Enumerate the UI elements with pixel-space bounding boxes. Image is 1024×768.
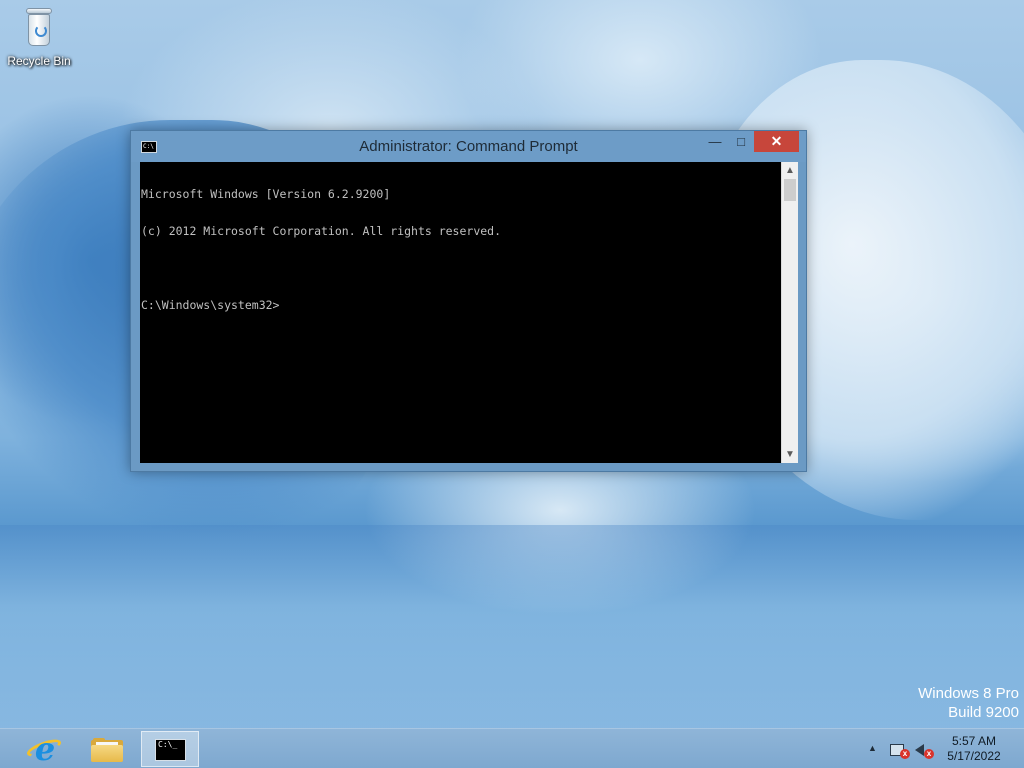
desktop-icon-label: Recycle Bin bbox=[7, 54, 71, 68]
console-line: Microsoft Windows [Version 6.2.9200] bbox=[141, 186, 391, 201]
taskbar-internet-explorer[interactable]: e bbox=[16, 731, 74, 767]
clock-time: 5:57 AM bbox=[951, 734, 997, 748]
file-explorer-icon bbox=[91, 738, 123, 762]
network-error-icon[interactable]: x bbox=[890, 740, 910, 759]
clock-date: 5/17/2022 bbox=[947, 749, 1001, 763]
maximize-button[interactable]: □ bbox=[728, 131, 754, 152]
taskbar: e C:\_ ▲ x x 5:57 AM 5/17/2022 bbox=[0, 728, 1024, 768]
desktop-icon-recycle-bin[interactable]: Recycle Bin bbox=[4, 6, 74, 68]
console-line: (c) 2012 Microsoft Corporation. All righ… bbox=[141, 224, 502, 239]
wallpaper-reflection bbox=[0, 525, 1024, 728]
console-output[interactable]: Microsoft Windows [Version 6.2.9200] (c)… bbox=[140, 162, 781, 463]
vertical-scrollbar[interactable]: ▲ ▼ bbox=[781, 162, 798, 463]
internet-explorer-icon: e bbox=[34, 730, 56, 768]
watermark-build: Build 9200 bbox=[948, 704, 1019, 721]
recycle-bin-icon bbox=[22, 6, 56, 50]
command-prompt-icon: C:\_ bbox=[155, 739, 186, 761]
show-hidden-icons-button[interactable]: ▲ bbox=[868, 743, 877, 753]
minimize-button[interactable]: — bbox=[702, 131, 728, 152]
command-prompt-window[interactable]: C:\ Administrator: Command Prompt — □ ✕ … bbox=[130, 130, 807, 472]
close-button[interactable]: ✕ bbox=[754, 131, 799, 152]
taskbar-file-explorer[interactable] bbox=[78, 731, 136, 767]
volume-muted-icon[interactable]: x bbox=[914, 740, 934, 759]
taskbar-command-prompt[interactable]: C:\_ bbox=[141, 731, 199, 767]
windows-version-watermark: Windows 8 Pro Build 9200 bbox=[918, 684, 1019, 722]
window-titlebar[interactable]: C:\ Administrator: Command Prompt — □ ✕ bbox=[131, 131, 806, 162]
scrollbar-thumb[interactable] bbox=[784, 179, 796, 201]
console-prompt: C:\Windows\system32> bbox=[141, 298, 280, 313]
system-clock[interactable]: 5:57 AM 5/17/2022 bbox=[944, 734, 1004, 764]
scroll-down-arrow-icon[interactable]: ▼ bbox=[782, 446, 798, 463]
desktop: Recycle Bin C:\ Administrator: Command P… bbox=[0, 0, 1024, 728]
watermark-edition: Windows 8 Pro bbox=[918, 685, 1019, 702]
scroll-up-arrow-icon[interactable]: ▲ bbox=[782, 162, 798, 179]
